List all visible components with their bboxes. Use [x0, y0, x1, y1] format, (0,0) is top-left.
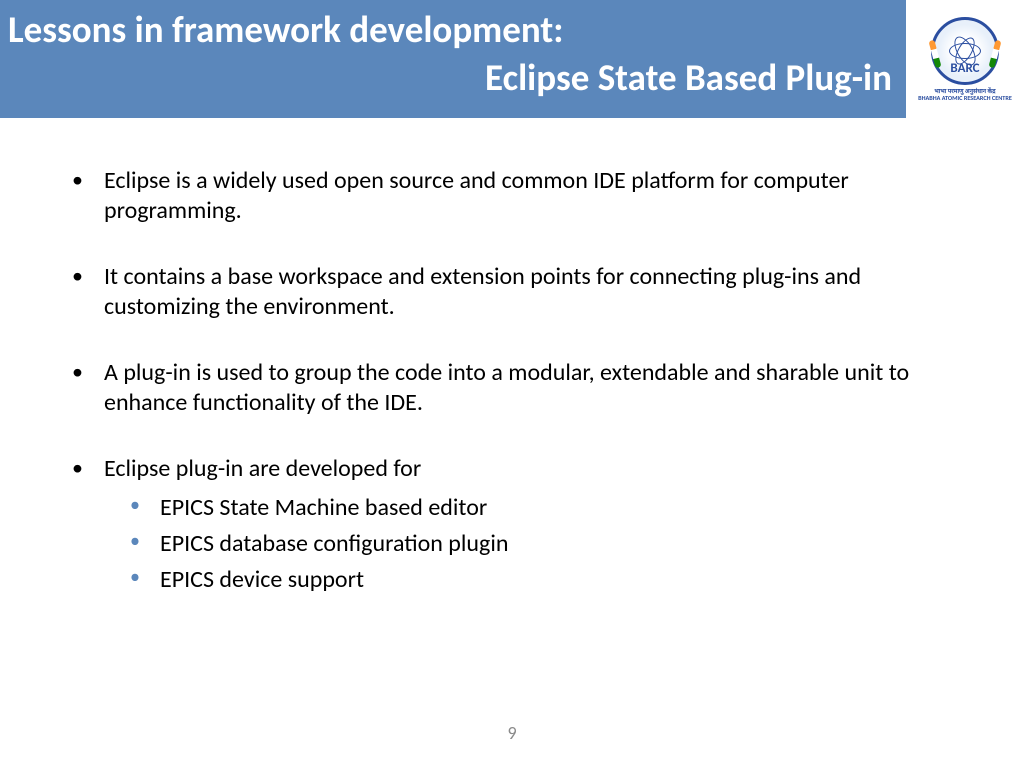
logo-org-english: BHABHA ATOMIC RESEARCH CENTRE [918, 95, 1012, 102]
bullet-text: Eclipse plug-in are developed for [104, 454, 421, 483]
barc-logo: BARC भाभा परमाणु अनुसंधान केंद्र BHABHA … [906, 0, 1024, 118]
sub-bullet-list: EPICS State Machine based editor EPICS d… [104, 490, 964, 598]
sub-bullet-item: EPICS device support [104, 562, 964, 598]
bullet-item: Eclipse is a widely used open source and… [68, 166, 964, 226]
main-bullet-list: Eclipse is a widely used open source and… [68, 166, 964, 598]
logo-acronym: BARC [934, 61, 996, 76]
bullet-item: It contains a base workspace and extensi… [68, 262, 964, 322]
page-number: 9 [0, 722, 1024, 744]
title-line-2: Eclipse State Based Plug-in [8, 56, 1024, 100]
slide-header: Lessons in framework development: Eclips… [0, 0, 1024, 118]
logo-org-name: भाभा परमाणु अनुसंधान केंद्र BHABHA ATOMI… [918, 88, 1012, 102]
slide-content: Eclipse is a widely used open source and… [0, 118, 1024, 598]
bullet-item: A plug-in is used to group the code into… [68, 358, 964, 418]
logo-emblem-icon: BARC [931, 17, 999, 85]
sub-bullet-item: EPICS database configuration plugin [104, 526, 964, 562]
bullet-item: Eclipse plug-in are developed for EPICS … [68, 454, 964, 598]
title-line-1: Lessons in framework development: [8, 8, 1024, 52]
sub-bullet-item: EPICS State Machine based editor [104, 490, 964, 526]
